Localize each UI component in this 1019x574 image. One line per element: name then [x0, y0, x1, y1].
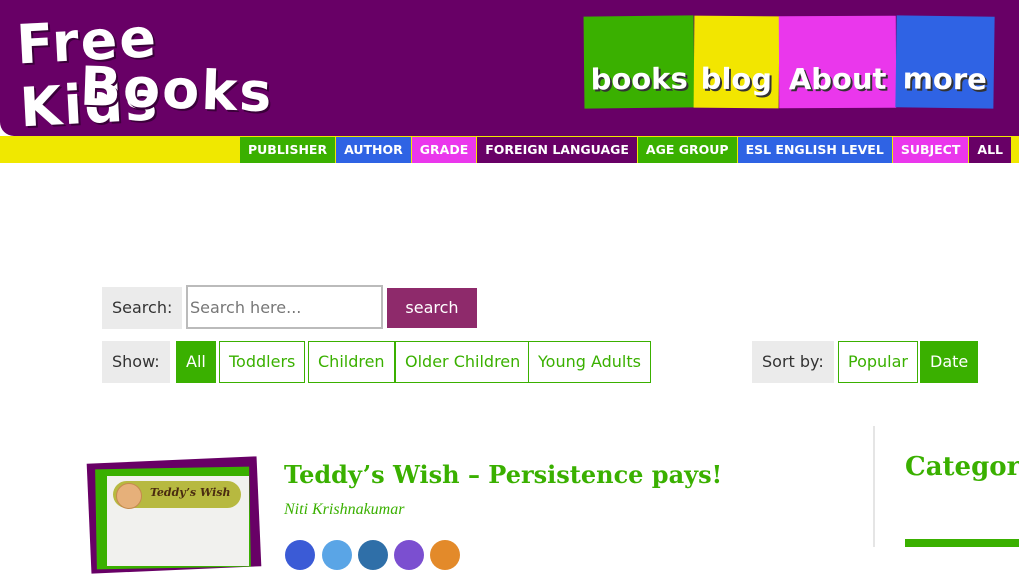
- filter-children[interactable]: Children: [308, 341, 395, 383]
- filter-all[interactable]: All: [176, 341, 216, 383]
- sidebar-title: Categories: [905, 452, 1019, 482]
- subnav-author[interactable]: AUTHOR: [336, 137, 411, 163]
- site-header: Free Kids Books books blog About more: [0, 0, 1019, 139]
- subnav-all[interactable]: ALL: [969, 137, 1011, 163]
- show-label: Show:: [102, 341, 170, 383]
- nav-about[interactable]: About: [778, 15, 897, 109]
- subnav-foreign-language[interactable]: FOREIGN LANGUAGE: [477, 137, 637, 163]
- post-title-link[interactable]: Teddy’s Wish – Persistence pays!: [284, 460, 722, 489]
- subnav-publisher[interactable]: PUBLISHER: [240, 137, 336, 163]
- sort-date[interactable]: Date: [920, 341, 979, 383]
- main-nav: books blog About more: [583, 15, 995, 109]
- sidebar-divider: [873, 426, 875, 547]
- nav-books[interactable]: books: [583, 15, 695, 109]
- post-author[interactable]: Niti Krishnakumar: [284, 501, 404, 519]
- search-input[interactable]: [186, 285, 383, 329]
- facebook-share-icon[interactable]: [285, 540, 315, 570]
- logo-line-2: Books: [78, 54, 275, 125]
- sort-label: Sort by:: [752, 341, 834, 383]
- search-label: Search:: [102, 287, 183, 329]
- sidebar-category-bar[interactable]: [905, 539, 1019, 547]
- twitter-share-icon[interactable]: [322, 540, 352, 570]
- subnav-age-group[interactable]: AGE GROUP: [637, 137, 737, 163]
- linkedin-share-icon[interactable]: [358, 540, 388, 570]
- filter-young-adults[interactable]: Young Adults: [528, 341, 651, 383]
- filter-toddlers[interactable]: Toddlers: [219, 341, 306, 383]
- subnav-esl-english-level[interactable]: ESL ENGLISH LEVEL: [737, 137, 892, 163]
- sub-nav: PUBLISHER AUTHOR GRADE FOREIGN LANGUAGE …: [240, 137, 1012, 163]
- nav-blog[interactable]: blog: [693, 15, 780, 109]
- book-cover-title: Teddy’s Wish: [150, 486, 231, 499]
- site-logo[interactable]: Free Kids Books: [14, 6, 304, 139]
- messenger-share-icon[interactable]: [394, 540, 424, 570]
- nav-more[interactable]: more: [895, 15, 995, 109]
- email-share-icon[interactable]: [430, 540, 460, 570]
- teddy-illustration: [116, 483, 142, 509]
- subnav-grade[interactable]: GRADE: [411, 137, 477, 163]
- filter-older-children[interactable]: Older Children: [395, 341, 531, 383]
- search-button[interactable]: search: [387, 288, 477, 328]
- sort-popular[interactable]: Popular: [838, 341, 918, 383]
- subnav-subject[interactable]: SUBJECT: [892, 137, 969, 163]
